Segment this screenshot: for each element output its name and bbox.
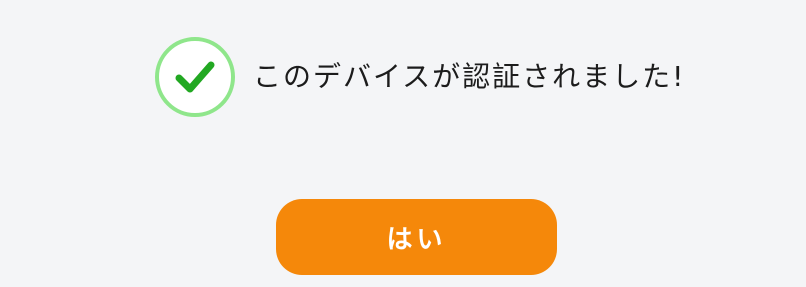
yes-button-label: はい [386,224,447,255]
checkmark-icon [175,61,215,93]
status-row: このデバイスが認証されました! [155,33,685,121]
verification-dialog: このデバイスが認証されました! はい [0,0,806,287]
status-message: このデバイスが認証されました! [253,60,686,93]
check-circle-icon [155,37,235,117]
yes-button[interactable]: はい [276,199,557,275]
